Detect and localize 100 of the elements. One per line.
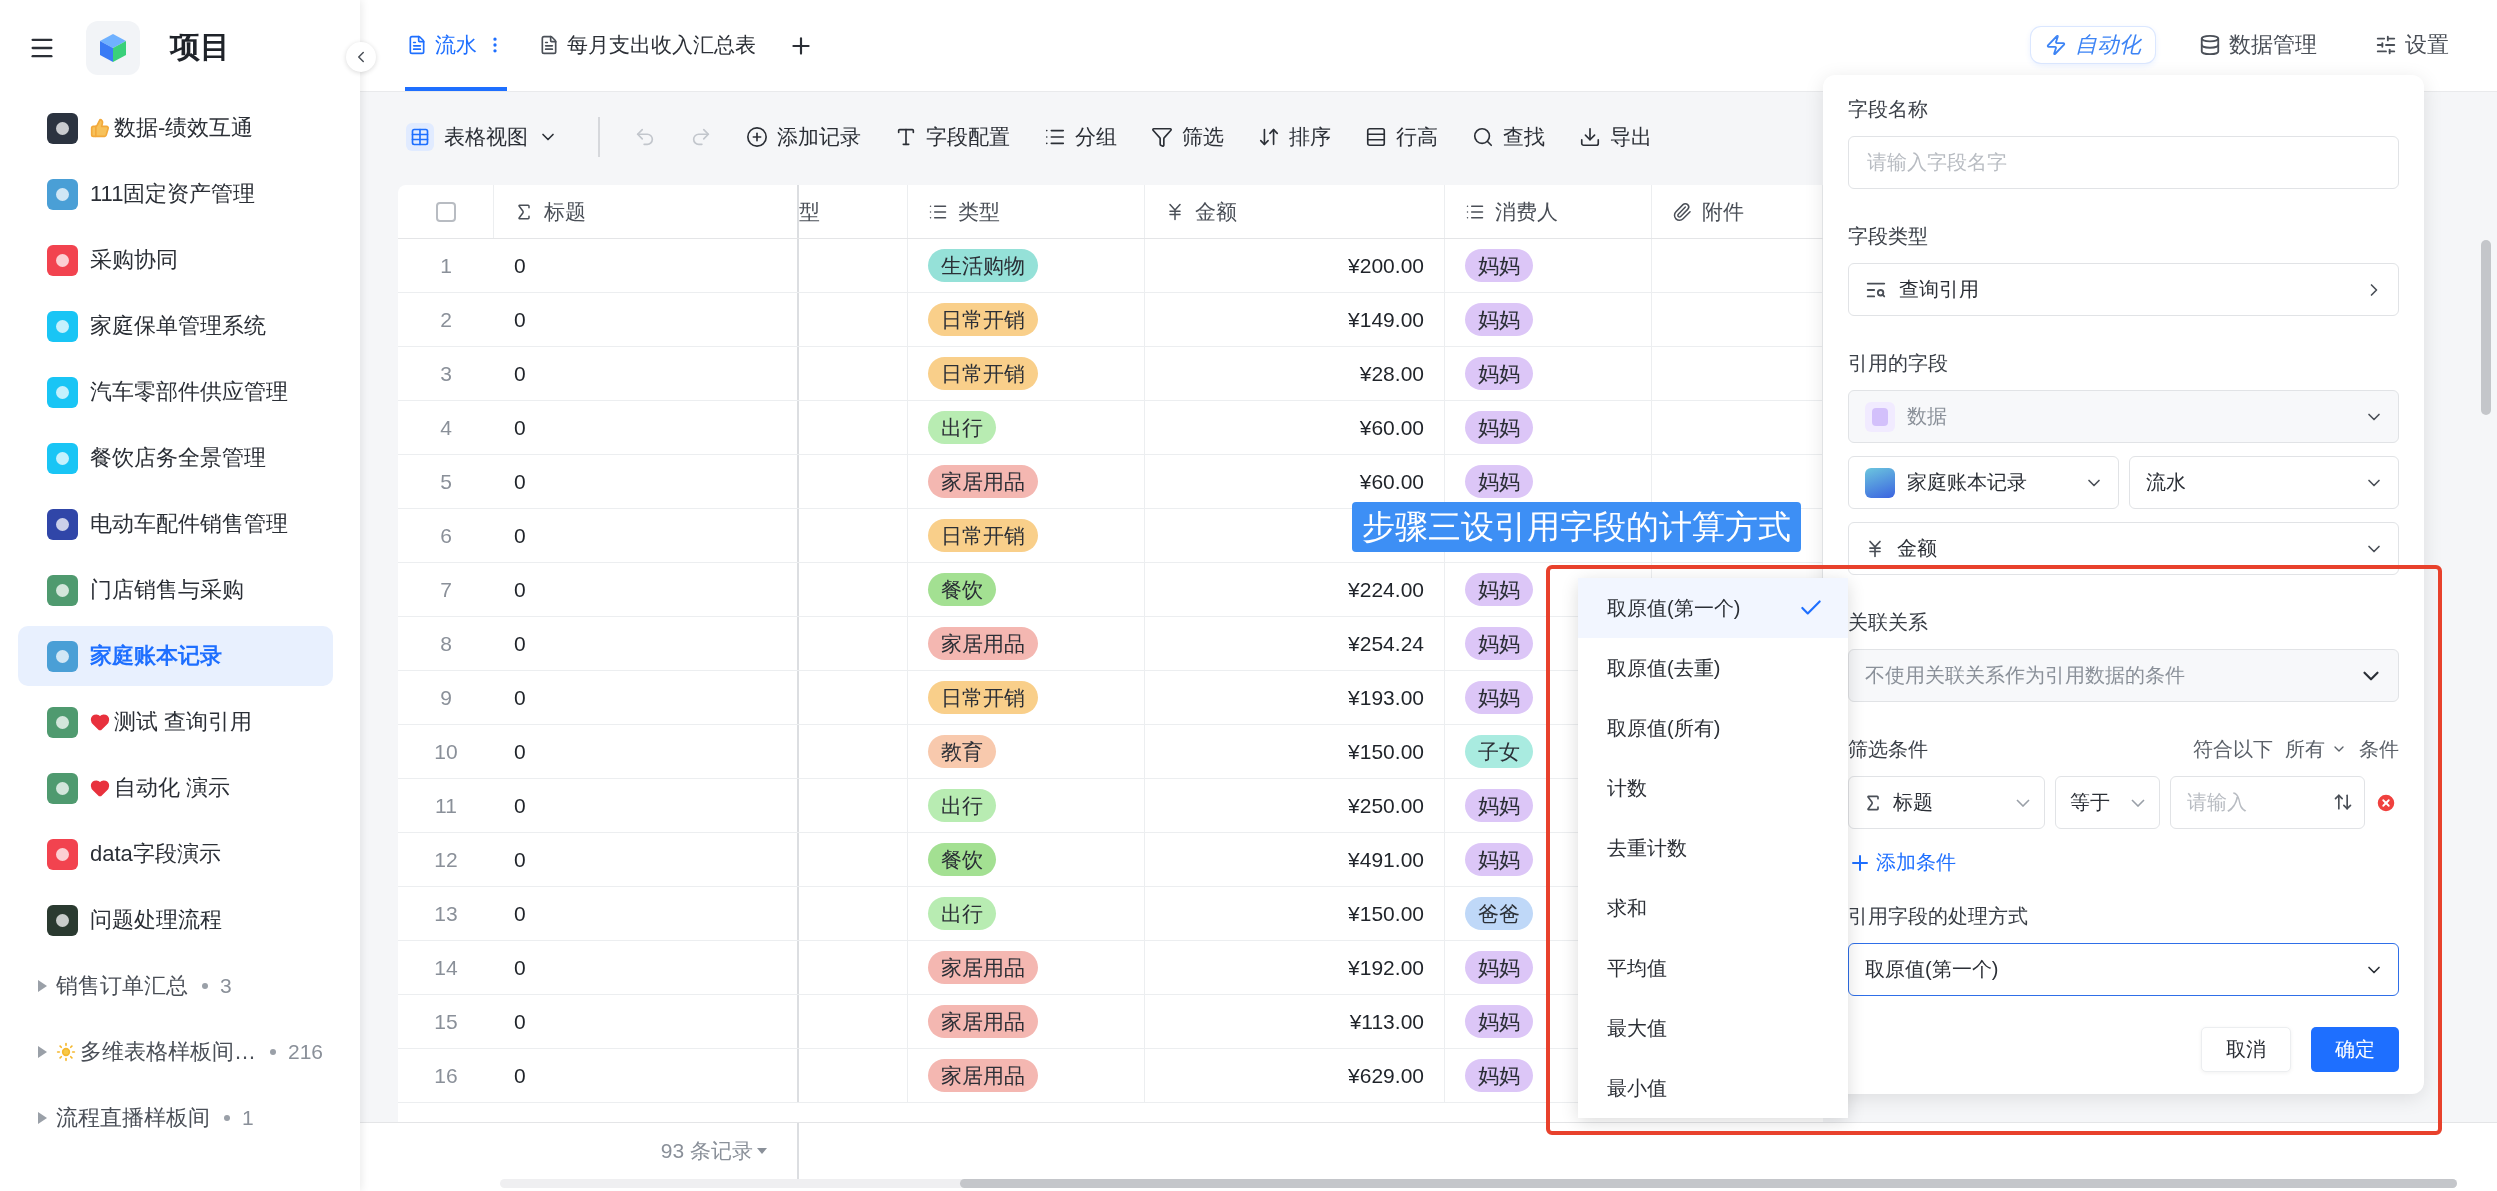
- amount-cell: ¥250.00: [1348, 793, 1424, 818]
- field-config-button[interactable]: 字段配置: [895, 123, 1010, 151]
- match-prefix: 符合以下: [2193, 737, 2273, 762]
- menu-option[interactable]: 去重计数: [1578, 818, 1848, 878]
- column-header[interactable]: 金额: [1145, 185, 1445, 238]
- person-tag: 妈妈: [1465, 1059, 1533, 1092]
- row-number: 16: [434, 1063, 458, 1088]
- horizontal-scrollbar[interactable]: [500, 1179, 2457, 1188]
- menu-option[interactable]: 取原值(去重): [1578, 638, 1848, 698]
- add-record-button[interactable]: 添加记录: [746, 123, 861, 151]
- group-button[interactable]: 分组: [1044, 123, 1117, 151]
- person-tag: 妈妈: [1465, 627, 1533, 660]
- workspace-title: 项目: [170, 29, 230, 65]
- row-height-button[interactable]: 行高: [1365, 123, 1438, 151]
- vertical-scrollbar[interactable]: [2481, 240, 2491, 415]
- redo-icon: [690, 126, 712, 148]
- sidebar-item[interactable]: 餐饮店务全景管理: [18, 428, 333, 488]
- person-tag: 妈妈: [1465, 411, 1533, 444]
- match-mode-select[interactable]: 所有: [2285, 735, 2347, 763]
- menu-option[interactable]: 最小值: [1578, 1058, 1848, 1118]
- menu-option[interactable]: 平均值: [1578, 938, 1848, 998]
- row-number: 12: [434, 847, 458, 872]
- export-button[interactable]: 导出: [1579, 123, 1652, 151]
- settings-icon: [2375, 34, 2397, 56]
- app-icon: [1865, 467, 1895, 498]
- amount-cell: ¥149.00: [1348, 307, 1424, 332]
- app-name: 问题处理流程: [90, 906, 222, 934]
- app-name: 家庭账本记录: [90, 642, 222, 670]
- menu-option[interactable]: 最大值: [1578, 998, 1848, 1058]
- operator-select[interactable]: 等于: [2055, 776, 2160, 829]
- sort-icon: [1258, 126, 1280, 148]
- menu-option[interactable]: 取原值(所有): [1578, 698, 1848, 758]
- sheet-tab[interactable]: 每月支出收入汇总表: [537, 0, 758, 91]
- column-header[interactable]: 型: [799, 185, 908, 238]
- method-select[interactable]: 取原值(第一个): [1848, 943, 2399, 996]
- search-icon: [1472, 126, 1494, 148]
- sidebar-item[interactable]: 测试 查询引用: [18, 692, 333, 752]
- column-header[interactable]: 标题: [494, 185, 799, 238]
- sidebar-item[interactable]: 家庭保单管理系统: [18, 296, 333, 356]
- sheet-tab[interactable]: 流水: [405, 0, 507, 91]
- column-header[interactable]: 类型: [908, 185, 1145, 238]
- row-number: 1: [440, 253, 452, 278]
- amount-cell: ¥491.00: [1348, 847, 1424, 872]
- group-name: 多维表格样板间…: [80, 1038, 256, 1066]
- record-count: 93 条记录: [660, 1138, 753, 1164]
- table-cell: 0: [514, 793, 526, 818]
- table-cell: 0: [514, 469, 526, 494]
- automation-button[interactable]: 自动化: [2031, 27, 2155, 63]
- amount-cell: ¥629.00: [1348, 1063, 1424, 1088]
- app-name: 111固定资产管理: [90, 180, 256, 208]
- sidebar-item[interactable]: 家庭账本记录: [18, 626, 333, 686]
- base-select[interactable]: 家庭账本记录: [1848, 456, 2119, 509]
- sidebar-item[interactable]: 采购协同: [18, 230, 333, 290]
- remove-condition-icon[interactable]: [2375, 791, 2397, 814]
- sidebar-item[interactable]: 数据-绩效互通: [18, 98, 333, 158]
- condition-field-select[interactable]: 标题: [1848, 776, 2045, 829]
- sidebar-group[interactable]: 销售订单汇总 3: [0, 953, 360, 1019]
- sidebar-item[interactable]: 汽车零部件供应管理: [18, 362, 333, 422]
- field-label: 引用字段的处理方式: [1848, 904, 2029, 929]
- referenced-field-select[interactable]: 金额: [1848, 522, 2399, 575]
- table-cell: 0: [514, 901, 526, 926]
- field-type-select[interactable]: 查询引用: [1848, 263, 2399, 316]
- sidebar-item[interactable]: data字段演示: [18, 824, 333, 884]
- sidebar-item[interactable]: 111固定资产管理: [18, 164, 333, 224]
- category-tag: 出行: [928, 789, 996, 822]
- sort-button[interactable]: 排序: [1258, 123, 1331, 151]
- find-button[interactable]: 查找: [1472, 123, 1545, 151]
- sidebar-item[interactable]: 问题处理流程: [18, 890, 333, 950]
- person-tag: 妈妈: [1465, 1005, 1533, 1038]
- menu-option[interactable]: 取原值(第一个): [1578, 578, 1848, 638]
- database-icon: [2199, 34, 2221, 56]
- sidebar-group[interactable]: 流程直播样板间 1: [0, 1085, 360, 1151]
- category-tag: 日常开销: [928, 303, 1038, 336]
- confirm-button[interactable]: 确定: [2311, 1027, 2399, 1072]
- category-tag: 餐饮: [928, 573, 996, 606]
- table-select[interactable]: 流水: [2128, 456, 2399, 509]
- data-management-button[interactable]: 数据管理: [2185, 27, 2331, 63]
- condition-value-input[interactable]: 请输入: [2170, 776, 2365, 829]
- select-all-checkbox[interactable]: [435, 201, 456, 222]
- sidebar-item[interactable]: 电动车配件销售管理: [18, 494, 333, 554]
- row-number: 13: [434, 901, 458, 926]
- cancel-button[interactable]: 取消: [2201, 1027, 2291, 1072]
- dot-icon: [224, 1115, 230, 1121]
- menu-option[interactable]: 求和: [1578, 878, 1848, 938]
- menu-option[interactable]: 计数: [1578, 758, 1848, 818]
- add-condition-link[interactable]: 添加条件: [1848, 849, 1956, 876]
- filter-button[interactable]: 筛选: [1151, 123, 1224, 151]
- table-view-button[interactable]: 表格视图: [400, 119, 564, 155]
- person-tag: 妈妈: [1465, 951, 1533, 984]
- row-number: 5: [440, 469, 452, 494]
- item-count: 3: [220, 974, 232, 998]
- chevron-down-icon: [2131, 798, 2145, 807]
- sidebar-group[interactable]: 多维表格样板间… 216: [0, 1019, 360, 1085]
- settings-button[interactable]: 设置: [2361, 27, 2463, 63]
- column-header[interactable]: 消费人: [1445, 185, 1652, 238]
- field-name-input[interactable]: 请输入字段名字: [1848, 136, 2399, 189]
- document-icon: [1865, 401, 1895, 432]
- sidebar-item[interactable]: 门店销售与采购: [18, 560, 333, 620]
- caret-icon: [36, 979, 48, 993]
- sidebar-item[interactable]: 自动化 演示: [18, 758, 333, 818]
